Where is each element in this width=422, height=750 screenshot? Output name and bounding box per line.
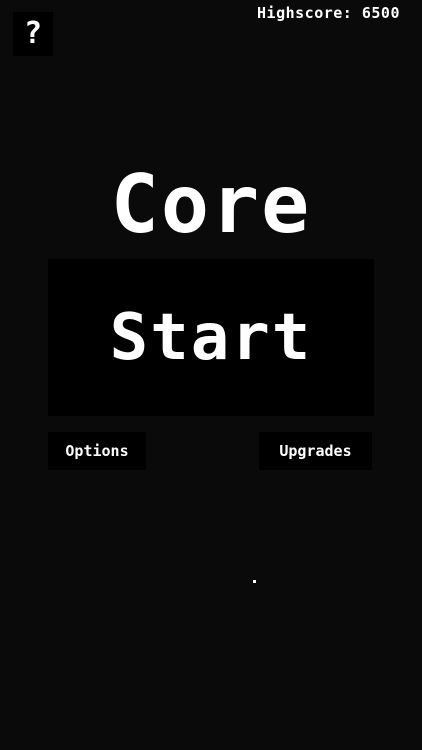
start-button[interactable]: Start (48, 259, 374, 416)
upgrades-button[interactable]: Upgrades (259, 432, 372, 470)
start-button-label: Start (109, 300, 313, 375)
options-button-label: Options (65, 442, 129, 460)
highscore-display: Highscore: 6500 (257, 4, 400, 22)
upgrades-button-label: Upgrades (279, 442, 352, 460)
help-button[interactable]: ? (13, 12, 53, 56)
help-icon: ? (23, 16, 43, 51)
options-button[interactable]: Options (48, 432, 146, 470)
particle-dot (253, 580, 256, 583)
game-title: Core (110, 158, 312, 251)
